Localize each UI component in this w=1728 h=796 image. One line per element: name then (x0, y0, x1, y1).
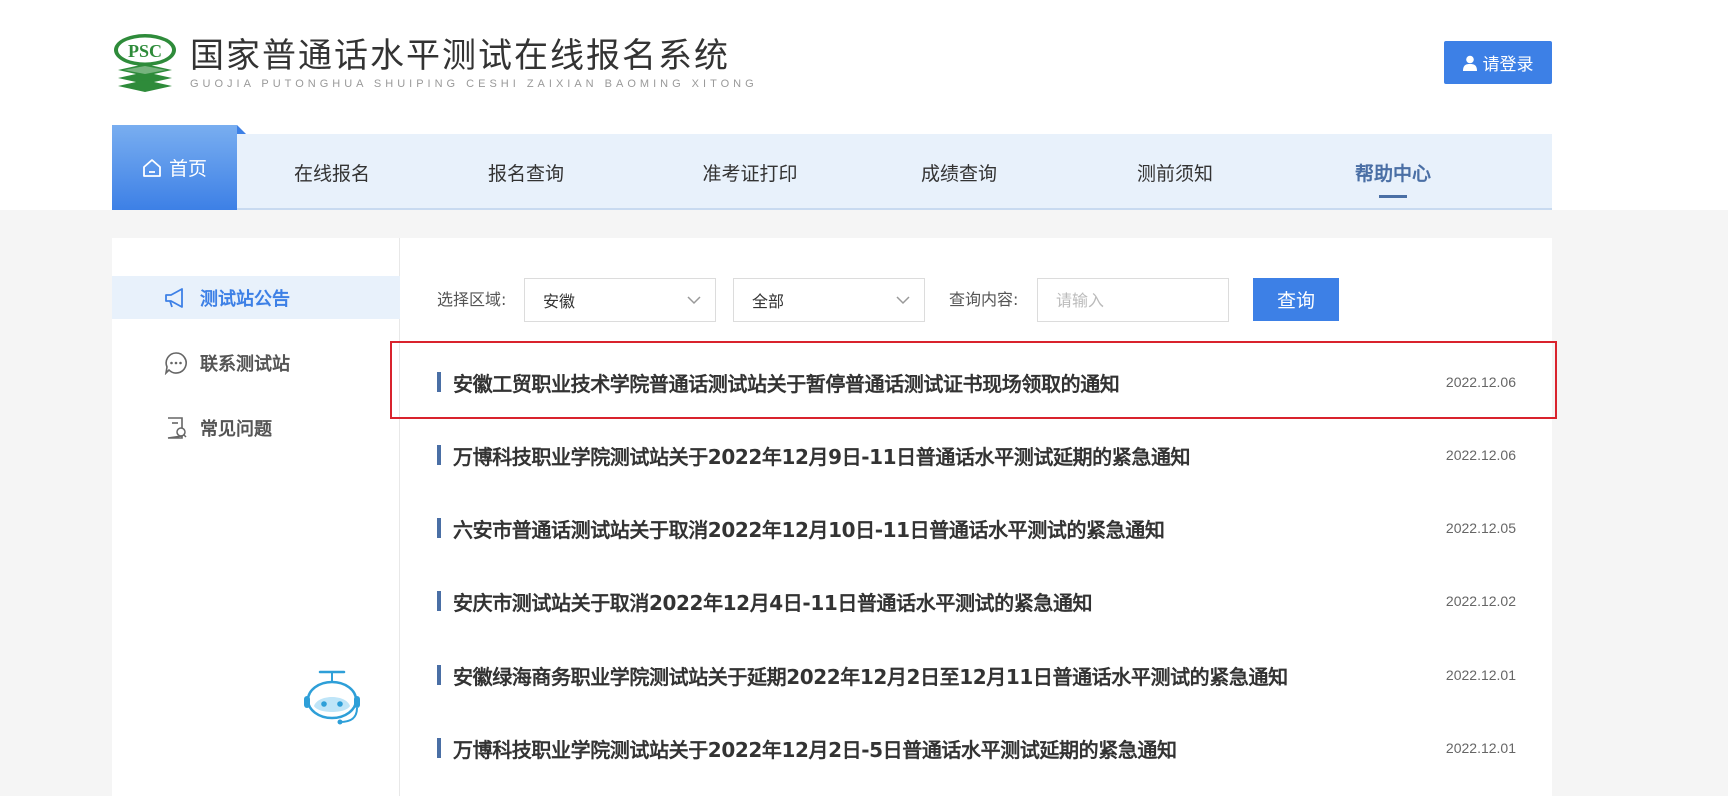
sidebar-item-label: 常见问题 (200, 418, 272, 440)
notice-date: 2022.12.02 (1445, 593, 1516, 609)
query-label: 查询内容: (949, 290, 1019, 309)
notice-item[interactable]: 安庆市测试站关于取消2022年12月4日-11日普通话水平测试的紧急通知 202… (437, 586, 1516, 616)
sidebar-item-station-announcements[interactable]: 测试站公告 (112, 276, 400, 319)
login-button[interactable]: 请登录 (1444, 41, 1552, 84)
nav-home-label: 首页 (168, 158, 207, 180)
chevron-down-icon (687, 296, 701, 305)
notice-bullet (437, 738, 441, 758)
nav-item-label: 在线报名 (293, 162, 370, 185)
sidebar-item-faq[interactable]: 常见问题 (112, 406, 400, 449)
notice-bullet (437, 665, 441, 685)
nav-item-label: 帮助中心 (1354, 162, 1431, 185)
notice-title: 万博科技职业学院测试站关于2022年12月9日-11日普通话水平测试延期的紧急通… (453, 444, 1191, 469)
notice-date: 2022.12.05 (1445, 520, 1516, 536)
sidebar-item-contact-station[interactable]: 联系测试站 (112, 341, 400, 384)
logo-badge-text: PSC (128, 41, 162, 61)
nav-item-admission-ticket[interactable]: 准考证打印 (680, 134, 820, 210)
user-icon (1462, 55, 1477, 71)
notice-bullet (437, 591, 441, 611)
nav-item-label: 成绩查询 (920, 162, 997, 185)
notice-date: 2022.12.01 (1445, 740, 1516, 756)
query-input[interactable] (1037, 278, 1229, 322)
category-select[interactable]: 全部 (733, 278, 925, 322)
notice-date: 2022.12.01 (1445, 667, 1516, 683)
notice-bullet (437, 445, 441, 465)
nav-home[interactable]: 首页 (112, 125, 246, 210)
site-title: 国家普通话水平测试在线报名系统 (190, 35, 730, 76)
notice-item[interactable]: 万博科技职业学院测试站关于2022年12月2日-5日普通话水平测试延期的紧急通知… (437, 733, 1516, 763)
notice-bullet (437, 518, 441, 538)
site-subtitle: GUOJIA PUTONGHUA SHUIPING CESHI ZAIXIAN … (190, 77, 758, 90)
site-logo[interactable]: PSC 国家普通话水平测试在线报名系统 GUOJIA PUTONGHUA SHU… (112, 30, 758, 96)
region-select[interactable]: 安徽 (524, 278, 716, 322)
notice-title: 六安市普通话测试站关于取消2022年12月10日-11日普通话水平测试的紧急通知 (453, 517, 1165, 542)
notice-title: 安庆市测试站关于取消2022年12月4日-11日普通话水平测试的紧急通知 (453, 590, 1093, 615)
main-nav: 首页 在线报名 报名查询 准考证打印 成绩查询 测前须知 帮助中心 (112, 125, 1552, 210)
notice-item[interactable]: 六安市普通话测试站关于取消2022年12月10日-11日普通话水平测试的紧急通知… (437, 513, 1516, 543)
category-select-value: 全部 (752, 292, 785, 311)
query-button[interactable]: 查询 (1253, 278, 1339, 321)
robot-assistant-icon[interactable] (300, 668, 364, 730)
nav-item-label: 测前须知 (1136, 162, 1213, 185)
psc-logo-icon: PSC (112, 30, 178, 96)
nav-item-label: 报名查询 (487, 162, 564, 185)
megaphone-icon (165, 287, 183, 308)
nav-item-score-query[interactable]: 成绩查询 (899, 134, 1019, 210)
nav-item-label: 准考证打印 (702, 162, 798, 185)
region-select-value: 安徽 (543, 292, 576, 311)
sidebar-item-label: 联系测试站 (200, 353, 290, 375)
nav-item-pre-test-notice[interactable]: 测前须知 (1115, 134, 1235, 210)
sidebar-item-label: 测试站公告 (200, 288, 290, 310)
notice-title: 安徽绿海商务职业学院测试站关于延期2022年12月2日至12月11日普通话水平测… (453, 664, 1288, 689)
notice-title: 安徽工贸职业技术学院普通话测试站关于暂停普通话测试证书现场领取的通知 (453, 371, 1120, 396)
sidebar: 测试站公告 联系测试站 常见问题 (112, 238, 400, 796)
notice-item[interactable]: 安徽绿海商务职业学院测试站关于延期2022年12月2日至12月11日普通话水平测… (437, 660, 1516, 690)
chat-bubble-icon (164, 351, 187, 375)
region-label: 选择区域: (437, 290, 507, 309)
notice-item[interactable]: 安徽工贸职业技术学院普通话测试站关于暂停普通话测试证书现场领取的通知 2022.… (437, 367, 1516, 397)
notice-item[interactable]: 万博科技职业学院测试站关于2022年12月9日-11日普通话水平测试延期的紧急通… (437, 440, 1516, 470)
login-label: 请登录 (1482, 55, 1534, 75)
nav-item-help-center[interactable]: 帮助中心 (1333, 134, 1453, 210)
document-question-icon (167, 416, 187, 439)
chevron-down-icon (896, 296, 910, 305)
home-icon (143, 158, 161, 177)
notice-date: 2022.12.06 (1445, 447, 1516, 463)
nav-item-online-signup[interactable]: 在线报名 (272, 134, 392, 210)
notice-date: 2022.12.06 (1445, 374, 1516, 390)
notice-title: 万博科技职业学院测试站关于2022年12月2日-5日普通话水平测试延期的紧急通知 (453, 737, 1177, 762)
notice-bullet (437, 372, 441, 392)
nav-item-signup-query[interactable]: 报名查询 (466, 134, 586, 210)
